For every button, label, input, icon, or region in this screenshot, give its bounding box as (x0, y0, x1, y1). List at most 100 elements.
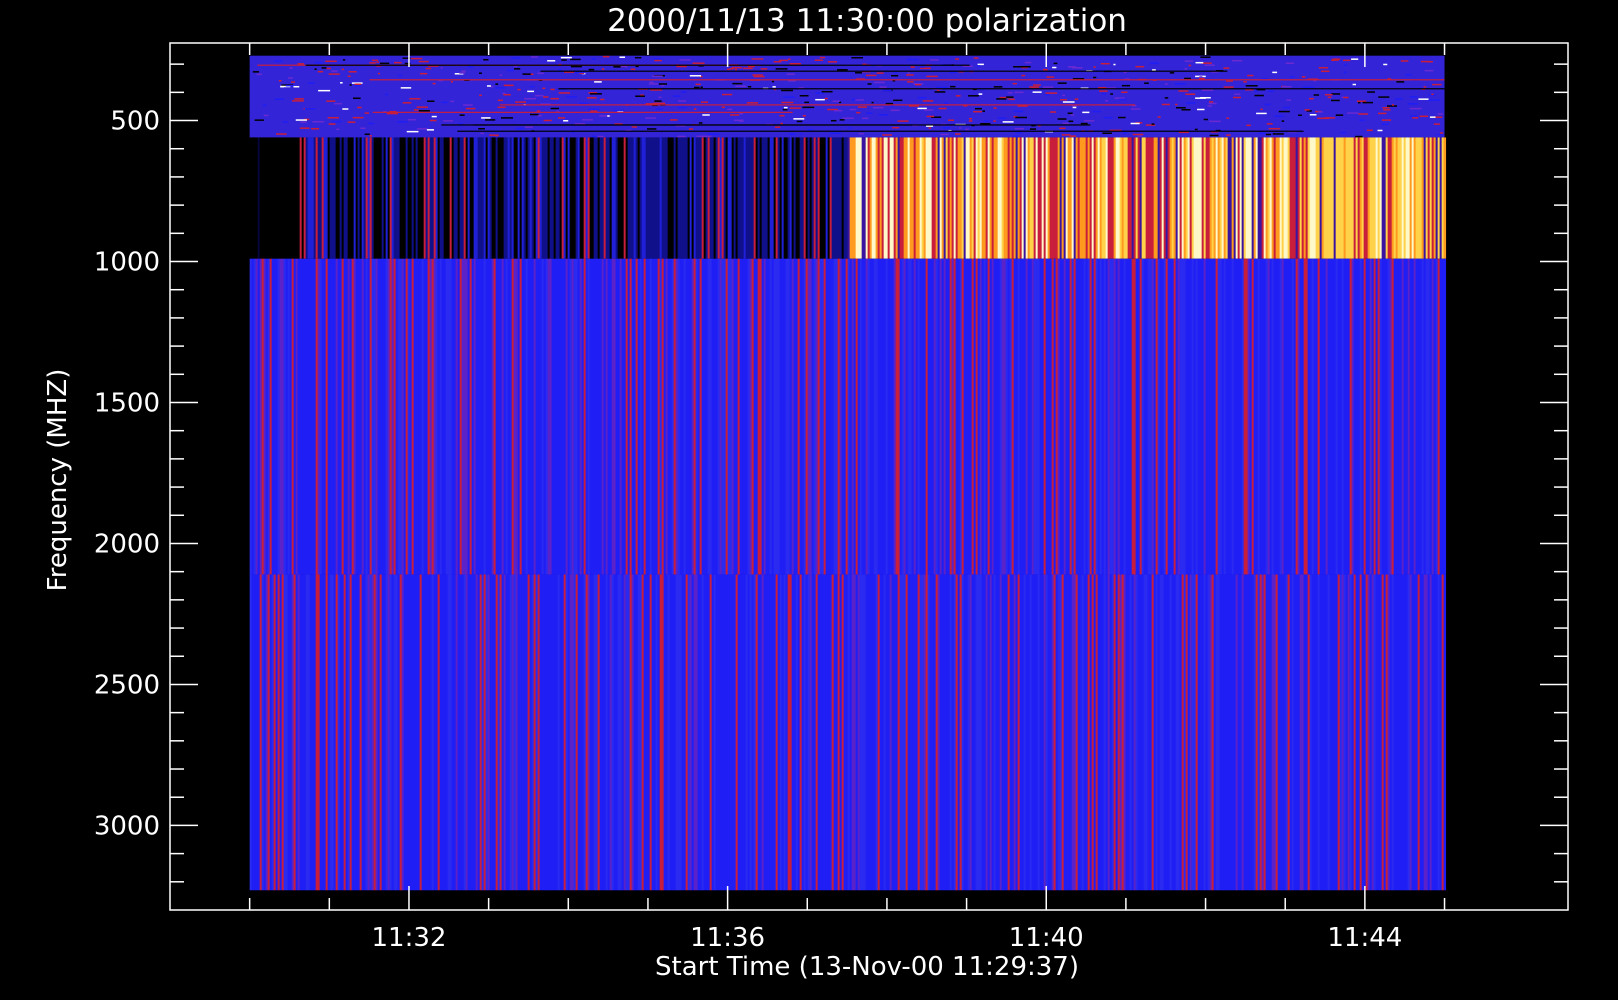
band-speckle (650, 89, 663, 91)
band-speckle (907, 81, 914, 83)
band-speckle (607, 115, 610, 117)
band-speckle (582, 119, 593, 121)
band-speckle (1281, 85, 1292, 88)
band-speckle (649, 81, 654, 84)
band-speckle (461, 70, 466, 72)
band-speckle (328, 123, 336, 125)
band-speckle (325, 60, 337, 63)
band-speckle (280, 85, 285, 88)
band-speckle (734, 68, 738, 71)
band-speckle (1272, 71, 1278, 74)
band-speckle (993, 107, 997, 109)
band-speckle (721, 106, 726, 109)
band-speckle (980, 122, 991, 125)
band-speckle (1226, 80, 1234, 82)
band-speckle (542, 87, 546, 90)
band-speckle (1119, 98, 1127, 101)
band-speckle (278, 80, 282, 82)
band-speckle (1432, 83, 1442, 86)
band-speckle (893, 99, 903, 102)
band-speckle (934, 91, 946, 93)
band-speckle (1347, 112, 1359, 114)
band-speckle (796, 120, 803, 123)
band-speckle (364, 133, 370, 136)
band-speckle (1383, 109, 1391, 111)
band-speckle (601, 68, 605, 70)
band-speckle (458, 123, 463, 125)
band-speckle (669, 119, 678, 121)
band-speckle (1181, 109, 1191, 111)
band-speckle (1377, 129, 1383, 132)
band-speckle (947, 119, 955, 121)
band-speckle (263, 114, 269, 117)
band-speckle (1052, 66, 1057, 69)
band-speckle (558, 92, 571, 94)
band-speckle (295, 119, 307, 121)
band-speckle (695, 83, 701, 86)
band-speckle (1164, 83, 1168, 85)
band-speckle (773, 61, 782, 63)
band-speckle (450, 81, 454, 83)
band-speckle (968, 120, 973, 122)
band-speckle (1082, 111, 1090, 114)
band-speckle (308, 82, 315, 84)
band-speckle (1330, 99, 1340, 102)
band-speckle (891, 74, 899, 77)
band-speckle (653, 58, 663, 60)
band-speckle (331, 70, 338, 72)
band-speckle (1223, 86, 1234, 88)
band-speckle (515, 101, 527, 103)
band-speckle (1321, 70, 1330, 73)
band-speckle (955, 95, 961, 97)
band-speckle (289, 67, 293, 69)
band-speckle (1304, 109, 1310, 111)
band-speckle (634, 56, 642, 59)
band-speckle (1359, 119, 1365, 121)
band-speckle (793, 118, 805, 120)
band-speckle (1335, 114, 1344, 116)
heatmap-band (249, 574, 1447, 891)
band-speckle (654, 100, 662, 102)
band-speckle (407, 118, 417, 121)
band-speckle (1268, 127, 1281, 130)
band-speckle (495, 87, 506, 89)
band-speckle (1256, 112, 1267, 115)
band-speckle (742, 67, 753, 70)
band-speckle (1355, 135, 1363, 138)
band-speckle (1343, 71, 1347, 74)
band-speckle (1046, 76, 1055, 78)
band-speckle (481, 117, 491, 119)
x-tick-label: 11:40 (1009, 923, 1084, 953)
band-speckle (1045, 92, 1058, 94)
band-speckle (386, 112, 398, 115)
y-tick-label: 1000 (94, 248, 160, 278)
band-speckle (563, 120, 569, 122)
band-speckle (1069, 135, 1077, 137)
band-speckle (920, 67, 931, 70)
band-speckle (1053, 62, 1058, 65)
band-speckle (1378, 96, 1390, 98)
band-speckle (1204, 64, 1215, 67)
band-speckle (419, 72, 428, 75)
band-speckle (855, 99, 864, 101)
band-speckle (314, 61, 323, 64)
band-speckle (1362, 101, 1374, 104)
band-speckle (479, 72, 482, 74)
band-speckle (696, 135, 703, 138)
band-speckle (1014, 91, 1024, 94)
band-speckle (1223, 67, 1230, 69)
band-line (305, 64, 970, 66)
band-speckle (1013, 66, 1023, 68)
band-speckle (1247, 74, 1254, 77)
band-speckle (536, 110, 541, 112)
band-speckle (1185, 93, 1196, 95)
band-speckle (851, 57, 864, 59)
band-speckle (1199, 76, 1203, 78)
band-speckle (275, 133, 287, 135)
band-speckle (558, 69, 562, 71)
band-speckle (910, 66, 915, 68)
y-tick-label: 3000 (94, 811, 160, 841)
band-speckle (400, 87, 412, 89)
band-speckle (1021, 65, 1031, 68)
band-speckle (731, 66, 742, 69)
